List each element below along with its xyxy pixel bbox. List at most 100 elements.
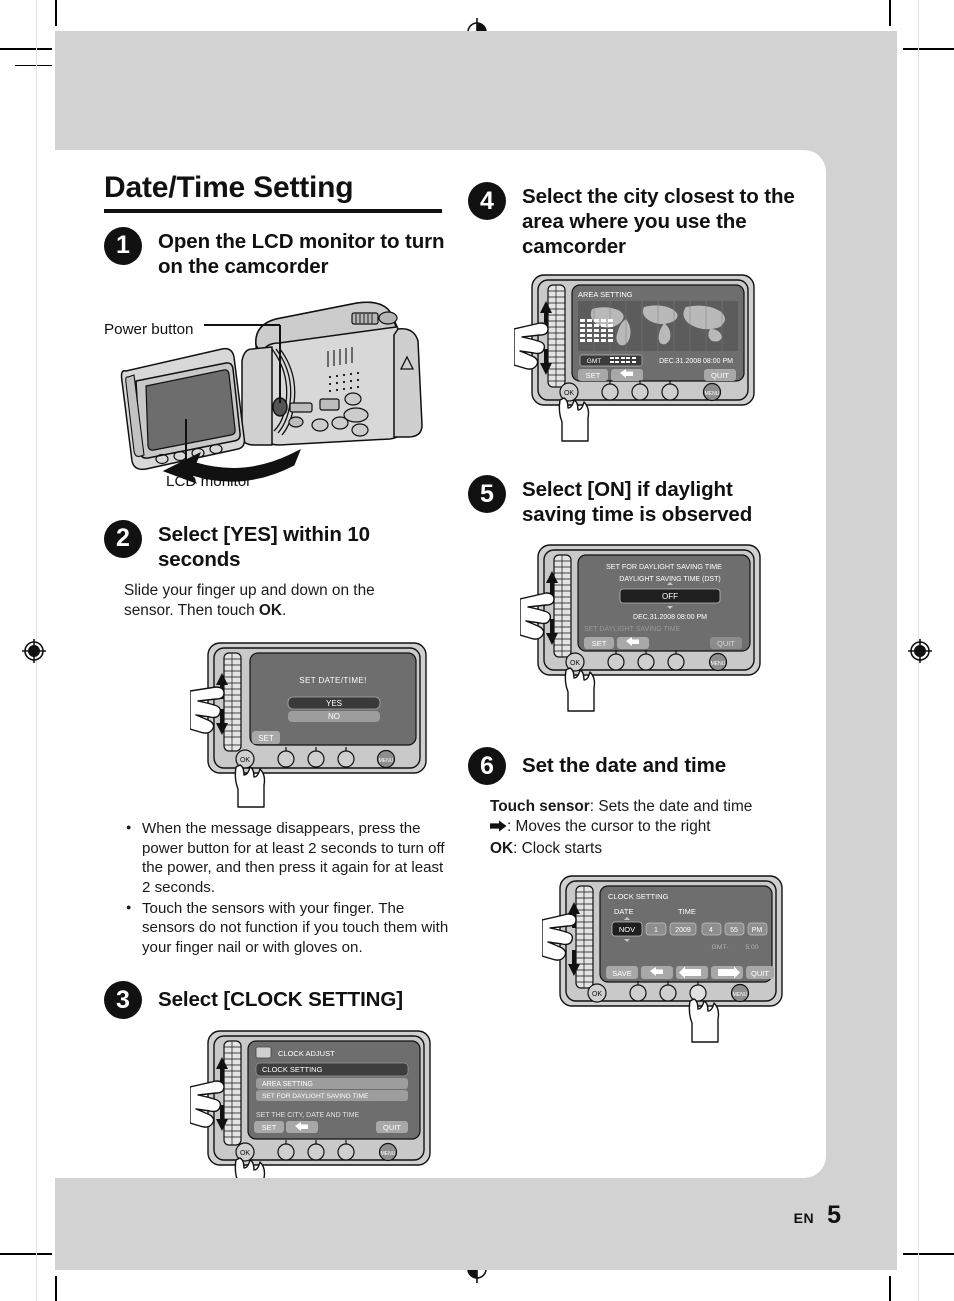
screen-5-hint: SET DAYLIGHT SAVING TIME [584,626,681,633]
step-6-touch-sensor-label: Touch sensor [490,798,590,815]
lcd-device-5: SET FOR DAYLIGHT SAVING TIME DAYLIGHT SA… [520,544,761,712]
footer-language: EN [793,1210,815,1226]
note-item: When the message disappears, press the p… [126,819,449,897]
screen-2-no: NO [328,712,340,721]
screen-3-hint: SET THE CITY, DATE AND TIME [256,1112,360,1119]
crop-mark-tl-h2 [15,65,52,66]
device-screen-step-2: SET DATE/TIME! YES NO SET OK MENU [190,639,449,809]
screen-5-menu: MENU [711,661,726,667]
crop-mark-bl-h [0,1253,52,1255]
screen-6-gmt-label: GMT- [712,944,729,951]
lcd-device-4: AREA SETTING GMT DEC.31.2008 08:00 PM SE… [514,274,755,442]
right-arrow-icon [490,818,507,838]
step-4: 4 Select the city closest to the area wh… [468,182,798,259]
screen-6-header: CLOCK SETTING [608,892,669,901]
footer-content: EN 5 [794,1201,841,1230]
step-1-number: 1 [104,226,142,265]
crop-mark-tl-h [0,48,52,50]
screen-3-quit: QUIT [383,1123,401,1132]
step-2-number: 2 [104,519,142,558]
screen-3-header: CLOCK ADJUST [278,1049,335,1058]
screen-5-quit: QUIT [717,639,735,648]
step-2-body-line2: sensor. Then touch [124,601,259,619]
step-2-body-period: . [282,601,287,619]
step-2-title: Select [YES] within 10 seconds [158,522,370,571]
screen-2-menu: MENU [379,758,394,764]
screen-6-col-time: TIME [678,907,696,916]
step-5-number: 5 [468,475,506,513]
lcd-device-2: SET DATE/TIME! YES NO SET OK MENU [190,642,427,808]
crop-mark-br-h [903,1253,954,1255]
screen-6-save: SAVE [612,969,631,978]
device-screen-step-6: CLOCK SETTING DATE TIME NOV 1 2009 4 55 … [542,872,798,1044]
screen-4-set: SET [586,371,601,380]
screen-2-yes: YES [326,699,342,708]
camcorder-illustration: Power button LCD monitor [104,285,449,490]
note-item: Touch the sensors with your finger. The … [126,899,449,958]
step-6-number: 6 [468,747,506,785]
screen-6-ampm: PM [752,927,763,934]
crop-mark-br-v [889,1276,891,1301]
screen-3-menu: MENU [381,1151,396,1157]
device-screen-step-4: AREA SETTING GMT DEC.31.2008 08:00 PM SE… [514,271,798,443]
screen-6-menu: MENU [733,992,748,998]
step-2-notes: When the message disappears, press the p… [126,819,449,957]
screen-5-set: SET [592,639,607,648]
crop-mark-tr-h [903,48,954,50]
device-screen-step-5: SET FOR DAYLIGHT SAVING TIME DAYLIGHT SA… [520,541,798,713]
screen-6-minute: 55 [730,927,738,934]
screen-6-ok: OK [592,991,602,998]
screen-2-ok: OK [240,757,250,764]
screen-6-year: 2009 [675,927,691,934]
camcorder-figure [120,301,423,484]
screen-4-menu: MENU [705,391,720,397]
step-1-title: Open the LCD monitor to turn on the camc… [158,229,445,278]
step-2-body-ok: OK [258,601,282,619]
footer-page-number: 5 [827,1201,841,1229]
screen-5-subheader: DAYLIGHT SAVING TIME (DST) [619,576,720,583]
step-3-title: Select [CLOCK SETTING] [158,988,403,1012]
screen-4-header: AREA SETTING [578,290,633,299]
screen-3-ok: OK [240,1150,250,1157]
step-3: 3 Select [CLOCK SETTING] [104,981,449,1020]
step-4-title: Select the city closest to the area wher… [522,185,795,258]
screen-6-quit: QUIT [751,969,769,978]
screen-6-col-date: DATE [614,907,633,916]
step-4-number: 4 [468,182,506,220]
step-6: 6 Set the date and time [468,747,798,785]
screen-5-value: OFF [662,592,678,601]
step-2-body-line1: Slide your finger up and down on the [124,581,375,599]
crop-mark-tl-v [55,0,57,26]
step-6-touch-sensor-text: : Sets the date and time [589,798,753,815]
screen-4-quit: QUIT [711,371,729,380]
screen-2-message: SET DATE/TIME! [299,676,367,685]
screen-6-month: NOV [619,925,635,934]
label-lcd-monitor: LCD monitor [166,472,252,490]
screen-5-header: SET FOR DAYLIGHT SAVING TIME [606,562,722,571]
label-power-button: Power button [104,320,194,338]
step-3-number: 3 [104,981,142,1020]
crop-mark-bl-v [55,1276,57,1301]
screen-5-datetime: DEC.31.2008 08:00 PM [633,614,707,621]
step-6-arrow-text: : Moves the cursor to the right [507,818,711,836]
screen-2-set: SET [258,734,274,743]
screen-3-item-3: SET FOR DAYLIGHT SAVING TIME [262,1093,369,1100]
screen-6-day: 1 [654,927,658,934]
screen-3-set: SET [262,1123,277,1132]
step-5: 5 Select [ON] if daylight saving time is… [468,475,798,527]
screen-3-item-2: AREA SETTING [262,1081,313,1088]
step-2: 2 Select [YES] within 10 seconds [104,519,449,572]
registration-mark-left [19,636,49,666]
device-screen-step-3: CLOCK ADJUST CLOCK SETTING AREA SETTING … [190,1027,449,1200]
right-column: 4 Select the city closest to the area wh… [468,172,798,1044]
step-5-title: Select [ON] if daylight saving time is o… [522,478,753,526]
screen-5-ok: OK [570,660,580,667]
page-footer: EN 5 [55,1178,897,1270]
left-column: Date/Time Setting 1 Open the LCD monitor… [104,172,449,1200]
screen-4-ok: OK [564,390,574,397]
title-underline [104,208,442,213]
screen-6-gmt-value: 5:00 [745,944,758,951]
lcd-device-6: CLOCK SETTING DATE TIME NOV 1 2009 4 55 … [542,875,783,1043]
crop-mark-tr-v [889,0,891,26]
step-6-ok-text: : Clock starts [513,839,603,857]
